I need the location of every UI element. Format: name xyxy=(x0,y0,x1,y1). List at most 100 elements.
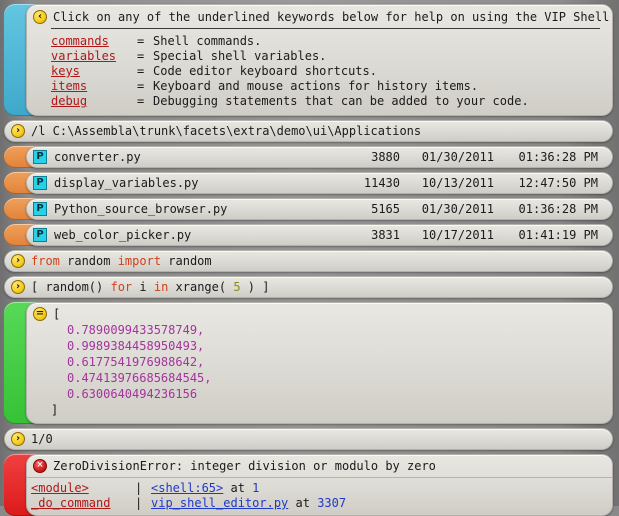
division-command-text: 1/0 xyxy=(31,432,53,446)
file-name: display_variables.py xyxy=(54,176,199,190)
file-date: 10/13/2011 xyxy=(421,176,494,190)
path-command-item[interactable]: › /l C:\Assembla\trunk\facets\extra\demo… xyxy=(4,120,613,142)
syntax-text: xrange( xyxy=(168,280,234,294)
error-item-body: ✕ ZeroDivisionError: integer division or… xyxy=(26,454,613,516)
error-icon[interactable]: ✕ xyxy=(33,459,47,473)
help-keyword-debug[interactable]: debug xyxy=(51,94,87,108)
python-file-icon: P xyxy=(33,228,47,242)
help-desc-items: Keyboard and mouse actions for history i… xyxy=(153,79,479,93)
division-command-body: › 1/0 xyxy=(4,428,613,450)
path-command-body: › /l C:\Assembla\trunk\facets\extra\demo… xyxy=(4,120,613,142)
result-header: = [ xyxy=(33,307,604,321)
file-time: 01:41:19 PM xyxy=(518,228,598,242)
syntax-text: ) ] xyxy=(240,280,270,294)
file-time: 01:36:28 PM xyxy=(518,202,598,216)
file-row[interactable]: P display_variables.py 11430 10/13/2011 … xyxy=(4,172,613,194)
file-size: 11430 xyxy=(363,176,400,190)
syntax-number: 5 xyxy=(233,280,241,294)
syntax-keyword: from xyxy=(31,254,60,268)
file-row-body: P web_color_picker.py 3831 10/17/2011 01… xyxy=(26,224,613,246)
file-size: 3880 xyxy=(371,150,400,164)
result-value: 0.7890099433578749, xyxy=(67,323,205,337)
help-keyword-table: commands = Shell commands. variables = S… xyxy=(51,34,529,109)
traceback-at-word: at xyxy=(295,496,310,510)
python-file-icon: P xyxy=(33,202,47,216)
traceback-row: <module> | <shell:65> at 1 xyxy=(31,481,604,496)
prompt-icon[interactable]: › xyxy=(11,254,25,268)
result-icon[interactable]: = xyxy=(33,307,47,321)
syntax-text: random xyxy=(161,254,212,268)
prompt-icon[interactable]: › xyxy=(11,280,25,294)
path-command-text: /l C:\Assembla\trunk\facets\extra\demo\u… xyxy=(31,124,422,138)
result-value: 0.47413976685684545, xyxy=(67,371,212,385)
traceback-at-word: at xyxy=(230,481,245,495)
help-equals-3: = xyxy=(137,79,145,93)
file-row[interactable]: P converter.py 3880 01/30/2011 01:36:28 … xyxy=(4,146,613,168)
file-date: 01/30/2011 xyxy=(421,150,494,164)
listcomp-command-text: [ random() for i in xrange( 5 ) ] xyxy=(31,280,269,294)
traceback-at-label xyxy=(223,481,230,496)
file-time: 12:47:50 PM xyxy=(518,176,598,190)
result-value-list: 0.7890099433578749, 0.9989384458950493, … xyxy=(67,322,604,402)
prompt-icon[interactable]: › xyxy=(11,432,25,446)
import-command-item[interactable]: › from random import random xyxy=(4,250,613,272)
error-message: ZeroDivisionError: integer division or m… xyxy=(53,459,436,473)
help-keyword-items[interactable]: items xyxy=(51,79,87,93)
traceback-line-number[interactable]: 1 xyxy=(252,481,259,496)
error-header: ✕ ZeroDivisionError: integer division or… xyxy=(27,455,612,478)
help-item-body: ‹ Click on any of the underlined keyword… xyxy=(26,4,613,116)
help-row-commands: commands = Shell commands. xyxy=(51,34,529,49)
result-item[interactable]: = [ 0.7890099433578749, 0.99893844589504… xyxy=(4,302,613,424)
traceback-source-link[interactable]: vip_shell_editor.py xyxy=(151,496,288,511)
help-desc-commands: Shell commands. xyxy=(153,34,262,48)
result-close-bracket: ] xyxy=(51,403,59,417)
help-headline: Click on any of the underlined keywords … xyxy=(53,10,613,24)
collapse-left-icon[interactable]: ‹ xyxy=(33,10,47,24)
prompt-icon[interactable]: › xyxy=(11,124,25,138)
syntax-keyword: for xyxy=(110,280,133,294)
division-command-item[interactable]: › 1/0 xyxy=(4,428,613,450)
result-value: 0.6300640494236156 xyxy=(67,387,198,401)
help-desc-variables: Special shell variables. xyxy=(153,49,327,63)
vip-shell-window: ‹ Click on any of the underlined keyword… xyxy=(0,0,619,516)
help-equals-4: = xyxy=(137,94,145,108)
traceback-at-label xyxy=(288,496,295,511)
help-keyword-variables[interactable]: variables xyxy=(51,49,116,63)
traceback-row: _do_command | vip_shell_editor.py at 330… xyxy=(31,496,604,511)
file-row[interactable]: P Python_source_browser.py 5165 01/30/20… xyxy=(4,198,613,220)
syntax-keyword: in xyxy=(153,280,169,294)
help-divider xyxy=(51,28,600,29)
traceback-function[interactable]: _do_command xyxy=(31,496,135,511)
python-file-icon: P xyxy=(33,176,47,190)
syntax-text: [ random() xyxy=(31,280,111,294)
file-time: 01:36:28 PM xyxy=(518,150,598,164)
help-row-variables: variables = Special shell variables. xyxy=(51,49,529,64)
help-equals-0: = xyxy=(137,34,145,48)
help-item[interactable]: ‹ Click on any of the underlined keyword… xyxy=(4,4,613,116)
syntax-keyword: import xyxy=(117,254,162,268)
import-command-body: › from random import random xyxy=(4,250,613,272)
file-size: 3831 xyxy=(371,228,400,242)
listcomp-command-item[interactable]: › [ random() for i in xrange( 5 ) ] xyxy=(4,276,613,298)
error-traceback: <module> | <shell:65> at 1 _do_command |… xyxy=(27,478,612,515)
help-keyword-keys[interactable]: keys xyxy=(51,64,80,78)
result-item-body: = [ 0.7890099433578749, 0.99893844589504… xyxy=(26,302,613,424)
help-equals-1: = xyxy=(137,49,145,63)
import-command-text: from random import random xyxy=(31,254,212,268)
file-row-body: P display_variables.py 11430 10/13/2011 … xyxy=(26,172,613,194)
file-name: web_color_picker.py xyxy=(54,228,192,242)
help-keyword-commands[interactable]: commands xyxy=(51,34,109,48)
help-row-keys: keys = Code editor keyboard shortcuts. xyxy=(51,64,529,79)
help-headline-row: ‹ Click on any of the underlined keyword… xyxy=(33,10,612,24)
error-item[interactable]: ✕ ZeroDivisionError: integer division or… xyxy=(4,454,613,516)
traceback-function[interactable]: <module> xyxy=(31,481,135,496)
file-row-body: P Python_source_browser.py 5165 01/30/20… xyxy=(26,198,613,220)
result-open-bracket: [ xyxy=(53,307,61,321)
help-row-debug: debug = Debugging statements that can be… xyxy=(51,94,529,109)
file-row[interactable]: P web_color_picker.py 3831 10/17/2011 01… xyxy=(4,224,613,246)
traceback-source-link[interactable]: <shell:65> xyxy=(151,481,223,496)
traceback-line-number[interactable]: 3307 xyxy=(317,496,346,511)
file-date: 10/17/2011 xyxy=(421,228,494,242)
file-size: 5165 xyxy=(371,202,400,216)
traceback-separator: | xyxy=(135,496,143,510)
